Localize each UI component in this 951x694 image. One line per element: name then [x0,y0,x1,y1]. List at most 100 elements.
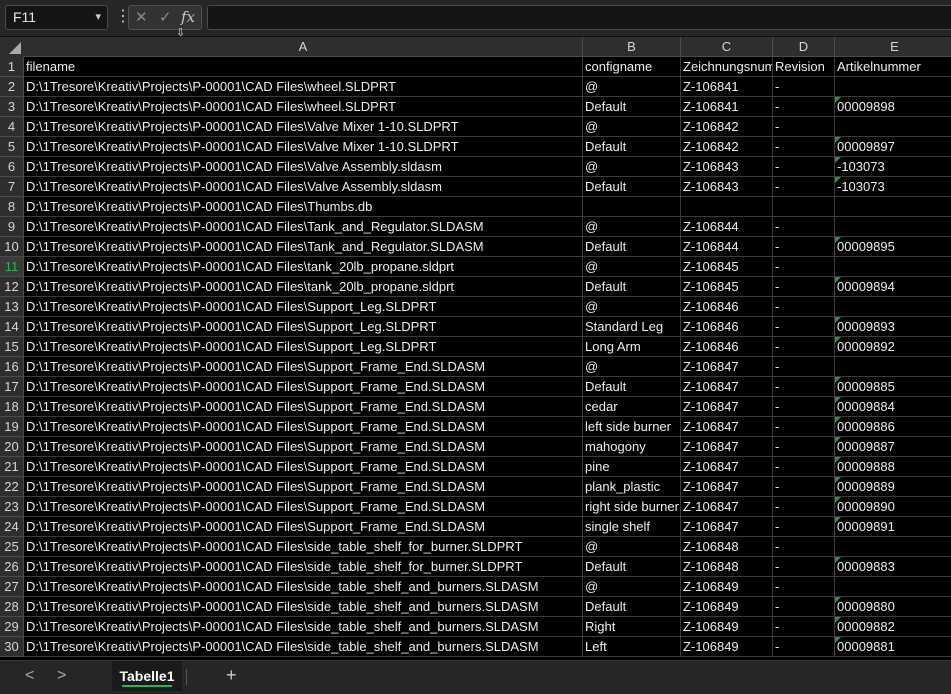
cell-d16[interactable]: - [773,357,835,377]
row-header[interactable]: 22 [0,477,24,497]
row-header[interactable]: 7 [0,177,24,197]
cell-d14[interactable]: - [773,317,835,337]
name-box[interactable]: F11 ▾ [5,5,108,30]
cell-e2[interactable] [835,77,951,97]
cell-b22[interactable]: plank_plastic [583,477,681,497]
row-header[interactable]: 16 [0,357,24,377]
cell-e8[interactable] [835,197,951,217]
cell-a29[interactable]: D:\1Tresore\Kreativ\Projects\P-00001\CAD… [24,617,583,637]
cell-d28[interactable]: - [773,597,835,617]
cell-b28[interactable]: Default [583,597,681,617]
cell-a30[interactable]: D:\1Tresore\Kreativ\Projects\P-00001\CAD… [24,637,583,657]
row-header[interactable]: 23 [0,497,24,517]
cell-c17[interactable]: Z-106847 [681,377,773,397]
insert-function-icon[interactable]: fx [181,8,195,26]
row-header[interactable]: 15 [0,337,24,357]
cell-a13[interactable]: D:\1Tresore\Kreativ\Projects\P-00001\CAD… [24,297,583,317]
cell-c9[interactable]: Z-106844 [681,217,773,237]
row-header[interactable]: 8 [0,197,24,217]
cell-d17[interactable]: - [773,377,835,397]
cell-b14[interactable]: Standard Leg [583,317,681,337]
cell-d4[interactable]: - [773,117,835,137]
cell-d1[interactable]: Revision [773,57,835,77]
cell-c29[interactable]: Z-106849 [681,617,773,637]
row-header[interactable]: 29 [0,617,24,637]
cell-e9[interactable] [835,217,951,237]
column-header-a[interactable]: A [24,37,583,57]
row-header[interactable]: 20 [0,437,24,457]
cell-e7[interactable]: -103073 [835,177,951,197]
sheet-tab-tabelle1[interactable]: Tabelle1 [112,661,182,691]
cell-e30[interactable]: 00009881 [835,637,951,657]
cell-c5[interactable]: Z-106842 [681,137,773,157]
cell-d29[interactable]: - [773,617,835,637]
cell-a28[interactable]: D:\1Tresore\Kreativ\Projects\P-00001\CAD… [24,597,583,617]
cell-a4[interactable]: D:\1Tresore\Kreativ\Projects\P-00001\CAD… [24,117,583,137]
row-header[interactable]: 17 [0,377,24,397]
cell-c20[interactable]: Z-106847 [681,437,773,457]
cell-c10[interactable]: Z-106844 [681,237,773,257]
cell-e22[interactable]: 00009889 [835,477,951,497]
cell-e14[interactable]: 00009893 [835,317,951,337]
cell-a25[interactable]: D:\1Tresore\Kreativ\Projects\P-00001\CAD… [24,537,583,557]
cell-d12[interactable]: - [773,277,835,297]
cell-c24[interactable]: Z-106847 [681,517,773,537]
cell-d5[interactable]: - [773,137,835,157]
cell-d11[interactable]: - [773,257,835,277]
cancel-icon[interactable]: ✕ [135,8,148,26]
cell-c27[interactable]: Z-106849 [681,577,773,597]
cell-e21[interactable]: 00009888 [835,457,951,477]
cell-d3[interactable]: - [773,97,835,117]
cell-d7[interactable]: - [773,177,835,197]
row-header[interactable]: 19 [0,417,24,437]
cell-b11[interactable]: @ [583,257,681,277]
cell-c28[interactable]: Z-106849 [681,597,773,617]
cell-c2[interactable]: Z-106841 [681,77,773,97]
cell-c4[interactable]: Z-106842 [681,117,773,137]
column-header-d[interactable]: D [773,37,835,57]
cell-e11[interactable] [835,257,951,277]
cell-a8[interactable]: D:\1Tresore\Kreativ\Projects\P-00001\CAD… [24,197,583,217]
row-header[interactable]: 5 [0,137,24,157]
cell-a19[interactable]: D:\1Tresore\Kreativ\Projects\P-00001\CAD… [24,417,583,437]
cell-d26[interactable]: - [773,557,835,577]
cell-e6[interactable]: -103073 [835,157,951,177]
cell-a27[interactable]: D:\1Tresore\Kreativ\Projects\P-00001\CAD… [24,577,583,597]
cell-e18[interactable]: 00009884 [835,397,951,417]
row-header[interactable]: 24 [0,517,24,537]
cell-b23[interactable]: right side burner [583,497,681,517]
cell-e3[interactable]: 00009898 [835,97,951,117]
cell-b9[interactable]: @ [583,217,681,237]
cell-b17[interactable]: Default [583,377,681,397]
cell-a23[interactable]: D:\1Tresore\Kreativ\Projects\P-00001\CAD… [24,497,583,517]
cell-b1[interactable]: configname [583,57,681,77]
cell-a9[interactable]: D:\1Tresore\Kreativ\Projects\P-00001\CAD… [24,217,583,237]
cell-a11[interactable]: D:\1Tresore\Kreativ\Projects\P-00001\CAD… [24,257,583,277]
cell-d24[interactable]: - [773,517,835,537]
cell-e24[interactable]: 00009891 [835,517,951,537]
cell-e5[interactable]: 00009897 [835,137,951,157]
cell-b13[interactable]: @ [583,297,681,317]
cell-b5[interactable]: Default [583,137,681,157]
cell-c25[interactable]: Z-106848 [681,537,773,557]
cell-a7[interactable]: D:\1Tresore\Kreativ\Projects\P-00001\CAD… [24,177,583,197]
row-header[interactable]: 14 [0,317,24,337]
spreadsheet-grid[interactable]: ABCDE 1filenameconfignameZeichnungsnummer… [0,37,951,660]
row-header[interactable]: 9 [0,217,24,237]
next-sheet-icon[interactable]: > [57,667,66,685]
cell-e13[interactable] [835,297,951,317]
cell-c11[interactable]: Z-106845 [681,257,773,277]
cell-b12[interactable]: Default [583,277,681,297]
row-header[interactable]: 11 [0,257,24,277]
cell-e10[interactable]: 00009895 [835,237,951,257]
column-header-c[interactable]: C [681,37,773,57]
cell-c22[interactable]: Z-106847 [681,477,773,497]
cell-b19[interactable]: left side burner [583,417,681,437]
cell-a15[interactable]: D:\1Tresore\Kreativ\Projects\P-00001\CAD… [24,337,583,357]
formula-input[interactable] [207,5,951,30]
cell-d6[interactable]: - [773,157,835,177]
cell-b24[interactable]: single shelf [583,517,681,537]
row-header[interactable]: 1 [0,57,24,77]
prev-sheet-icon[interactable]: < [25,667,34,685]
cell-b26[interactable]: Default [583,557,681,577]
